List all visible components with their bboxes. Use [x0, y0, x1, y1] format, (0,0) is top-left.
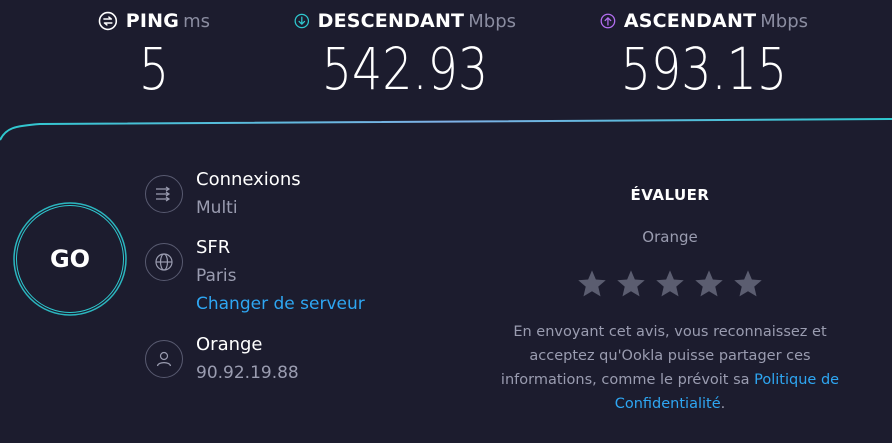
provider-name: Orange — [196, 334, 263, 355]
star-icon[interactable] — [732, 268, 764, 300]
ping-value: 5 — [138, 35, 170, 103]
star-icon[interactable] — [615, 268, 647, 300]
upload-header: ASCENDANT Mbps — [600, 10, 808, 32]
download-arrow-icon — [294, 13, 310, 29]
ping-icon — [98, 11, 118, 31]
rating-panel: ÉVALUER Orange En envoyant cet avis, vou… — [480, 186, 860, 416]
upload-label: ASCENDANT — [623, 10, 757, 32]
upload-unit: Mbps — [760, 11, 808, 32]
rating-isp: Orange — [642, 228, 698, 246]
download-label: DESCENDANT — [317, 10, 465, 32]
download-value: 542.93 — [321, 35, 489, 103]
rating-disclaimer: En envoyant cet avis, vous reconnaissez … — [480, 320, 860, 416]
download-metric: DESCENDANT Mbps 542.93 — [294, 10, 516, 102]
provider-row: Orange 90.92.19.88 — [145, 334, 299, 384]
star-icon[interactable] — [576, 268, 608, 300]
user-icon — [145, 340, 183, 378]
rating-stars — [480, 268, 860, 300]
star-icon[interactable] — [654, 268, 686, 300]
star-icon[interactable] — [693, 268, 725, 300]
speed-graph-line — [0, 118, 892, 141]
change-server-link[interactable]: Changer de serveur — [196, 293, 365, 315]
download-header: DESCENDANT Mbps — [294, 10, 516, 32]
server-name: SFR — [196, 237, 231, 258]
ping-unit: ms — [183, 11, 210, 32]
server-location: Paris — [196, 266, 237, 286]
connections-icon — [145, 175, 183, 213]
upload-arrow-icon — [600, 13, 616, 29]
ping-header: PING ms — [98, 10, 210, 32]
download-unit: Mbps — [468, 11, 516, 32]
upload-value: 593.15 — [620, 35, 788, 103]
speed-graph — [0, 118, 892, 141]
globe-icon — [145, 243, 183, 281]
ping-label: PING — [125, 10, 180, 32]
ping-metric: PING ms 5 — [98, 10, 210, 102]
connections-title: Connexions — [196, 169, 301, 190]
connections-value[interactable]: Multi — [196, 197, 301, 219]
go-button-wrapper: GO — [12, 201, 128, 317]
rating-title: ÉVALUER — [630, 186, 710, 204]
server-row: SFR Paris Changer de serveur — [145, 237, 365, 315]
connections-row: Connexions Multi — [145, 169, 301, 219]
upload-metric: ASCENDANT Mbps 593.15 — [600, 10, 808, 102]
go-button[interactable]: GO — [16, 205, 124, 313]
provider-ip: 90.92.19.88 — [196, 363, 299, 383]
disclaimer-end: . — [720, 396, 726, 412]
